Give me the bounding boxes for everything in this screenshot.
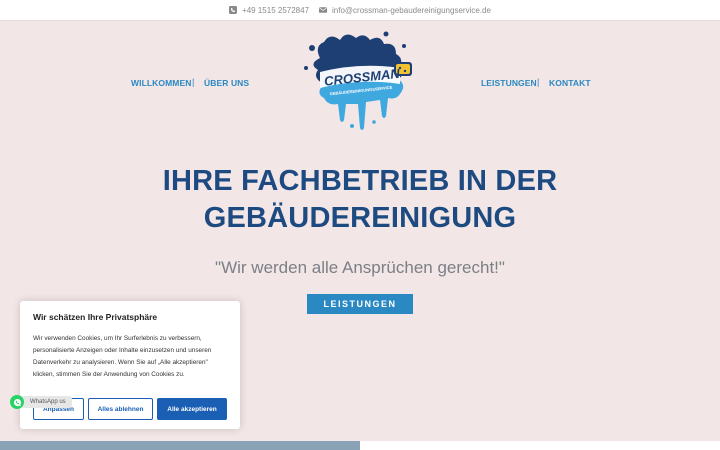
nav-link-willkommen[interactable]: WILLKOMMEN xyxy=(131,78,192,88)
phone-contact[interactable]: +49 1515 2572847 xyxy=(229,6,309,15)
nav-link-ueber-uns[interactable]: ÜBER UNS xyxy=(204,78,249,88)
hero-title-line-1: IHRE FACHBETRIEB IN DER xyxy=(162,165,558,197)
phone-number: +49 1515 2572847 xyxy=(242,5,310,15)
email-contact[interactable]: info@crossman-gebaudereinigungservice.de xyxy=(319,6,491,15)
nav-separator: | xyxy=(537,77,540,87)
cookie-consent-dialog: Wir schätzen Ihre Privatsphäre Wir verwe… xyxy=(20,301,240,429)
cookie-title: Wir schätzen Ihre Privatsphäre xyxy=(33,312,158,322)
email-address: info@crossman-gebaudereinigungservice.de xyxy=(332,5,491,15)
whatsapp-icon[interactable] xyxy=(10,395,24,409)
phone-square-icon xyxy=(229,6,238,14)
cookie-text: Wir verwenden Cookies, um Ihr Surferlebn… xyxy=(33,335,212,378)
crossman-logo[interactable]: CROSSMAN GEBÄUDEREINIGUNGSSERVICE xyxy=(300,28,420,136)
hero-title: IHRE FACHBETRIEB IN DER GEBÄUDEREINIGUNG xyxy=(0,163,720,237)
nav-link-kontakt[interactable]: KONTAKT xyxy=(549,78,591,88)
whatsapp-widget[interactable]: WhatsApp us xyxy=(10,395,72,409)
nav-separator: | xyxy=(192,77,195,87)
hero-title-line-2: GEBÄUDEREINIGUNG xyxy=(203,202,517,234)
envelope-icon xyxy=(319,7,328,13)
reject-all-button[interactable]: Alles ablehnen xyxy=(88,398,153,420)
nav-link-leistungen[interactable]: LEISTUNGEN xyxy=(481,78,537,88)
hero-subtitle: "Wir werden alle Ansprüchen gerecht!" xyxy=(215,258,505,277)
leistungen-button[interactable]: LEISTUNGEN xyxy=(307,294,413,314)
footer-band-left xyxy=(0,441,360,450)
footer-band-right xyxy=(360,441,720,450)
accept-all-button[interactable]: Alle akzeptieren xyxy=(157,398,227,420)
whatsapp-label[interactable]: WhatsApp us xyxy=(20,396,72,408)
top-contact-bar: +49 1515 2572847 info@crossman-gebaudere… xyxy=(0,0,720,21)
